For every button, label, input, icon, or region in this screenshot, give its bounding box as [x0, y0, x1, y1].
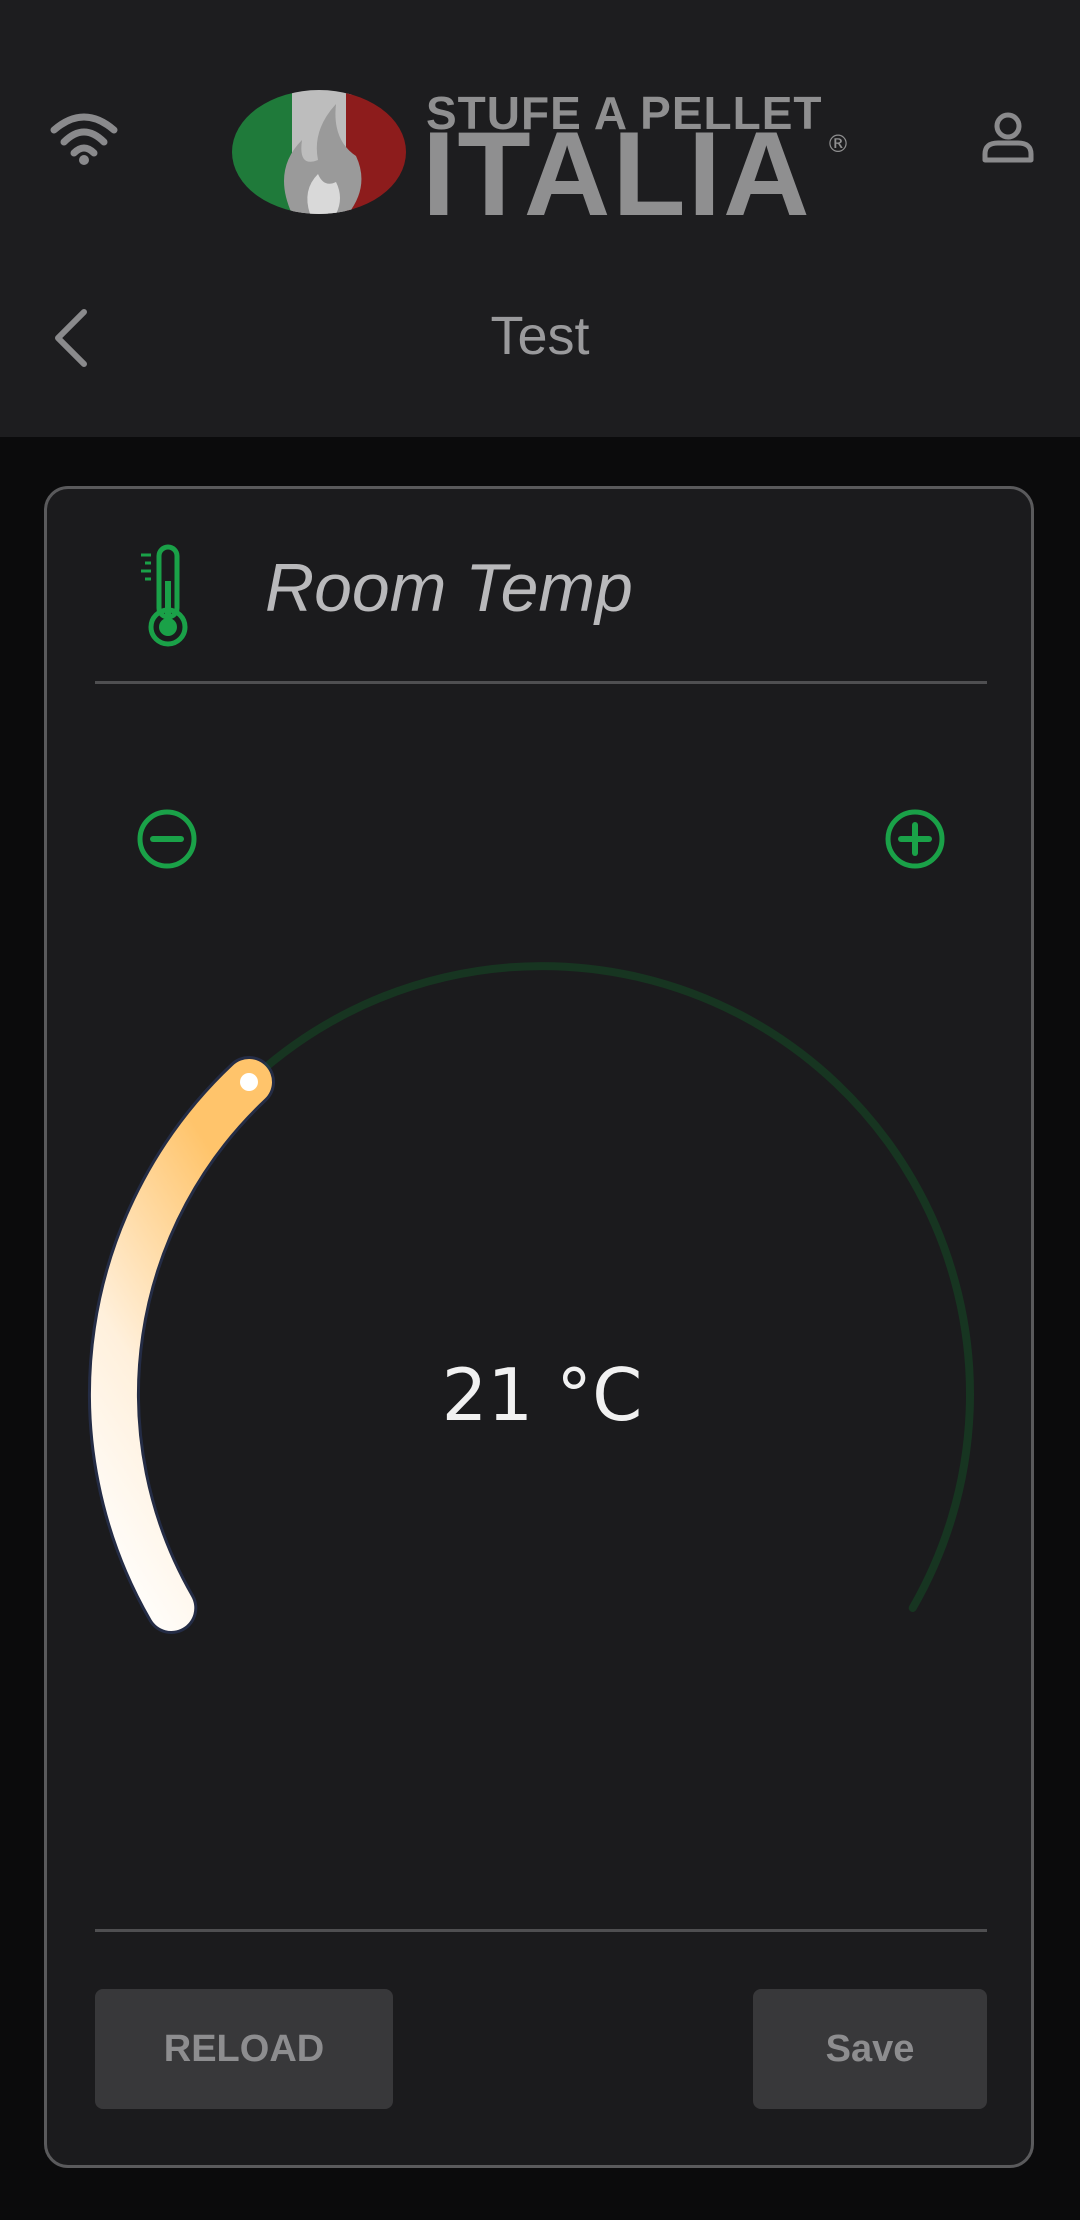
save-button[interactable]: Save: [753, 1989, 987, 2109]
temperature-dial[interactable]: [47, 489, 1037, 2171]
dial-knob[interactable]: [240, 1073, 258, 1091]
thermometer-icon: [141, 544, 188, 647]
user-icon[interactable]: [980, 110, 1036, 166]
bottom-divider: [95, 1929, 987, 1932]
logo-text-line2: ITALIA: [422, 107, 812, 241]
room-temp-card: Room Temp 21 °C RELOAD Save: [44, 486, 1034, 2168]
registered-mark: ®: [826, 130, 850, 158]
app-header: STUFE A PELLET ITALIA ® Test: [0, 0, 1080, 437]
reload-button[interactable]: RELOAD: [95, 1989, 393, 2109]
dial-value-arc: [90, 1059, 272, 1631]
minus-circle-icon[interactable]: [135, 807, 199, 871]
temperature-value: 21 °C: [441, 1353, 643, 1437]
wifi-icon[interactable]: [50, 110, 118, 166]
plus-circle-icon[interactable]: [883, 807, 947, 871]
brand-logo: STUFE A PELLET ITALIA ®: [232, 86, 852, 234]
flame-logo-mark: [232, 90, 406, 214]
dial-value-arc-glow: [87, 1056, 275, 1634]
page-title: Test: [490, 306, 590, 366]
card-title: Room Temp: [265, 550, 633, 626]
top-divider: [95, 681, 987, 684]
dial-track: [110, 962, 974, 1612]
